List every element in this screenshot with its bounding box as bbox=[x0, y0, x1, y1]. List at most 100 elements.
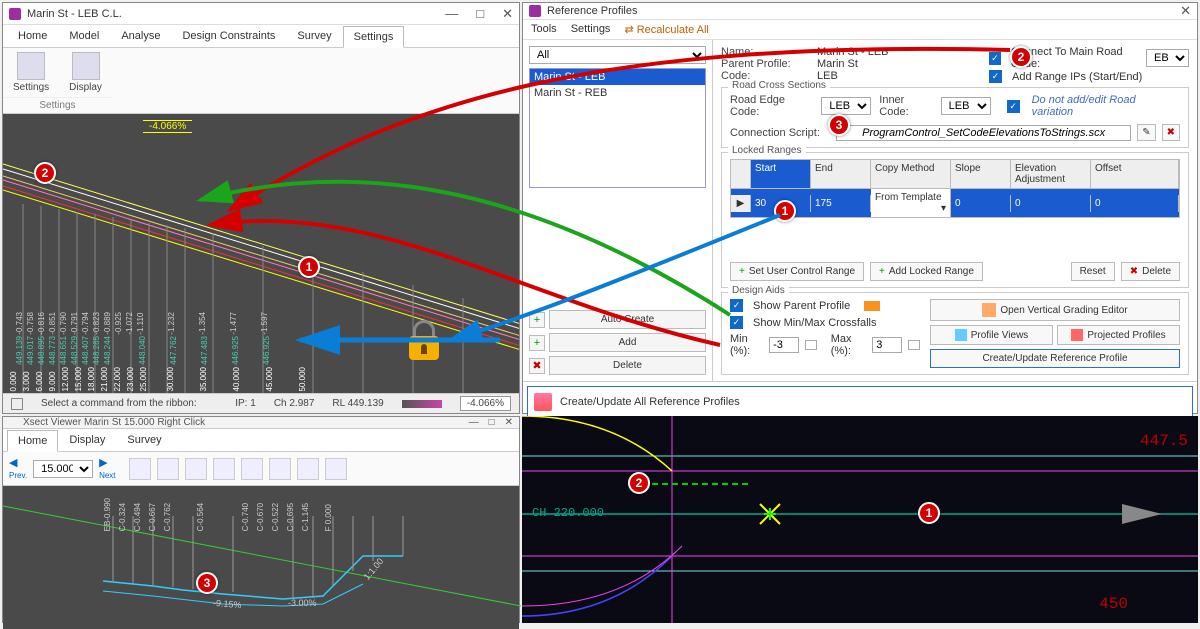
open-vge-button[interactable]: Open Vertical Grading Editor bbox=[930, 299, 1180, 321]
connect-code-select[interactable]: EB bbox=[1146, 49, 1189, 67]
add-ips-checkbox[interactable]: ✓ bbox=[989, 70, 1002, 83]
list-item[interactable]: Marin St - LEB bbox=[530, 69, 705, 85]
add-locked-range-button[interactable]: +Add Locked Range bbox=[870, 262, 983, 281]
design-aids-group: Design Aids ✓Show Parent Profile ✓Show M… bbox=[721, 292, 1189, 375]
create-update-all-button[interactable]: Create/Update All Reference Profiles bbox=[527, 386, 1193, 418]
min-color-swatch[interactable] bbox=[805, 340, 817, 350]
lock-icon bbox=[405, 320, 443, 360]
edge-code-select[interactable]: LEB bbox=[821, 97, 871, 115]
auto-create-button[interactable]: Auto Create bbox=[549, 310, 706, 329]
update-all-icon bbox=[534, 393, 552, 411]
delete-button[interactable]: Delete bbox=[549, 356, 706, 375]
callout-table-1: 1 bbox=[774, 200, 796, 222]
locked-table-row[interactable]: ▶ 30 175 From Template ▾ 0 0 0 bbox=[730, 189, 1180, 218]
menu-tools[interactable]: Tools bbox=[531, 23, 557, 36]
tool-icon[interactable] bbox=[157, 458, 179, 480]
show-crossfalls-checkbox[interactable]: ✓ bbox=[730, 316, 743, 329]
menu-settings[interactable]: Settings bbox=[571, 23, 611, 36]
connect-checkbox[interactable]: ✓ bbox=[989, 52, 1001, 65]
close-button[interactable]: ✕ bbox=[505, 417, 513, 428]
reference-profiles-window: Reference Profiles ✕ Tools Settings ⇄ Re… bbox=[522, 2, 1198, 414]
app-icon bbox=[9, 8, 21, 20]
cad-viewport[interactable]: 447.5 450 CH 220.000 bbox=[522, 416, 1198, 623]
maximize-button[interactable]: □ bbox=[489, 417, 495, 428]
plus-icon[interactable]: + bbox=[529, 312, 545, 328]
tab-survey[interactable]: Survey bbox=[116, 429, 172, 451]
tool-icon[interactable] bbox=[129, 458, 151, 480]
minimize-button[interactable]: — bbox=[445, 6, 458, 22]
tab-settings[interactable]: Settings bbox=[343, 26, 405, 48]
status-prompt: Select a command from the ribbon: bbox=[41, 398, 217, 409]
close-button[interactable]: ✕ bbox=[502, 6, 513, 22]
app-icon bbox=[9, 418, 19, 428]
clear-script-icon[interactable]: ✖ bbox=[1162, 124, 1180, 141]
cross-sections-group: Road Cross Sections Road Edge Code:LEB I… bbox=[721, 87, 1189, 148]
inner-code-select[interactable]: LEB bbox=[941, 97, 991, 115]
ref-left-panel: All Marin St - LEB Marin St - REB +Auto … bbox=[523, 40, 713, 381]
connection-script-input[interactable] bbox=[836, 125, 1131, 141]
xsect-viewer-window: Xsect Viewer Marin St 15.000 Right Click… bbox=[2, 416, 520, 623]
tab-home[interactable]: Home bbox=[7, 430, 58, 452]
tab-model[interactable]: Model bbox=[58, 25, 110, 47]
min-crossfall-input[interactable] bbox=[769, 337, 799, 353]
tab-home[interactable]: Home bbox=[7, 25, 58, 47]
tool-icon[interactable] bbox=[325, 458, 347, 480]
cad-rl-b: 450 bbox=[1099, 595, 1128, 613]
next-button[interactable]: ▶Next bbox=[99, 456, 115, 481]
menu-recalculate[interactable]: ⇄ Recalculate All bbox=[624, 23, 708, 36]
delete-range-button[interactable]: ✖Delete bbox=[1121, 262, 1180, 281]
plus-icon[interactable]: + bbox=[529, 335, 545, 351]
create-update-button[interactable]: Create/Update Reference Profile bbox=[930, 349, 1180, 368]
close-button[interactable]: ✕ bbox=[1180, 3, 1191, 19]
chainage-select[interactable]: 15.000 bbox=[33, 460, 93, 478]
tab-display[interactable]: Display bbox=[58, 429, 116, 451]
tool-icon[interactable] bbox=[185, 458, 207, 480]
no-variation-checkbox[interactable]: ✓ bbox=[1007, 100, 1020, 113]
reset-button[interactable]: Reset bbox=[1071, 262, 1115, 281]
ribbon-group-label: Settings bbox=[3, 97, 112, 113]
tool-icon[interactable] bbox=[241, 458, 263, 480]
set-user-range-button[interactable]: +Set User Control Range bbox=[730, 262, 864, 281]
status-icon[interactable] bbox=[11, 398, 23, 410]
app-icon bbox=[529, 5, 541, 17]
callout-ref-3: 3 bbox=[828, 114, 850, 136]
list-item[interactable]: Marin St - REB bbox=[530, 85, 705, 101]
minimize-button[interactable]: — bbox=[469, 417, 479, 428]
edit-script-icon[interactable]: ✎ bbox=[1137, 124, 1155, 141]
tool-icon[interactable] bbox=[213, 458, 235, 480]
ref-profile-list[interactable]: Marin St - LEB Marin St - REB bbox=[529, 68, 706, 188]
tool-icon[interactable] bbox=[269, 458, 291, 480]
projected-profiles-button[interactable]: Projected Profiles bbox=[1057, 325, 1180, 345]
ribbon-settings[interactable]: Settings bbox=[3, 48, 59, 97]
profile-tabs: Home Model Analyse Design Constraints Su… bbox=[3, 25, 519, 48]
maximize-button[interactable]: □ bbox=[476, 6, 484, 22]
profile-ribbon: Settings Display Settings bbox=[3, 48, 519, 114]
cad-drawing bbox=[522, 416, 1198, 623]
profile-title: Marin St - LEB C.L. bbox=[27, 8, 445, 20]
profile-titlebar: Marin St - LEB C.L. — □ ✕ bbox=[3, 3, 519, 25]
max-color-swatch[interactable] bbox=[908, 340, 920, 350]
tab-analyse[interactable]: Analyse bbox=[110, 25, 171, 47]
max-crossfall-input[interactable] bbox=[872, 337, 902, 353]
xsect-tabs: Home Display Survey bbox=[3, 429, 519, 452]
offset-labels: EB-0.990 C-0.324 C-0.494 C-0.667 C-0.762… bbox=[103, 498, 441, 531]
prev-button[interactable]: ◀Prev. bbox=[9, 456, 27, 481]
xsect-toolbar: ◀Prev. 15.000 ▶Next bbox=[3, 452, 519, 486]
delete-icon[interactable]: ✖ bbox=[529, 358, 545, 374]
profile-views-button[interactable]: Profile Views bbox=[930, 325, 1053, 345]
add-button[interactable]: Add bbox=[549, 333, 706, 352]
xsect-canvas[interactable]: EB-0.990 C-0.324 C-0.494 C-0.667 C-0.762… bbox=[3, 486, 519, 629]
cad-rl-a: 447.5 bbox=[1140, 432, 1188, 450]
callout-ref-2: 2 bbox=[1010, 46, 1032, 68]
tab-design-constraints[interactable]: Design Constraints bbox=[171, 25, 286, 47]
show-parent-checkbox[interactable]: ✓ bbox=[730, 299, 743, 312]
callout-profile-2: 2 bbox=[34, 162, 56, 184]
tool-icon[interactable] bbox=[297, 458, 319, 480]
profile-statusbar: Select a command from the ribbon: IP: 1 … bbox=[3, 393, 519, 413]
tab-survey[interactable]: Survey bbox=[286, 25, 342, 47]
status-slider[interactable] bbox=[402, 400, 442, 408]
ref-filter-select[interactable]: All bbox=[529, 46, 706, 64]
callout-cad-2: 2 bbox=[628, 472, 650, 494]
ribbon-display[interactable]: Display bbox=[59, 48, 112, 97]
parent-color-swatch[interactable] bbox=[864, 301, 880, 311]
